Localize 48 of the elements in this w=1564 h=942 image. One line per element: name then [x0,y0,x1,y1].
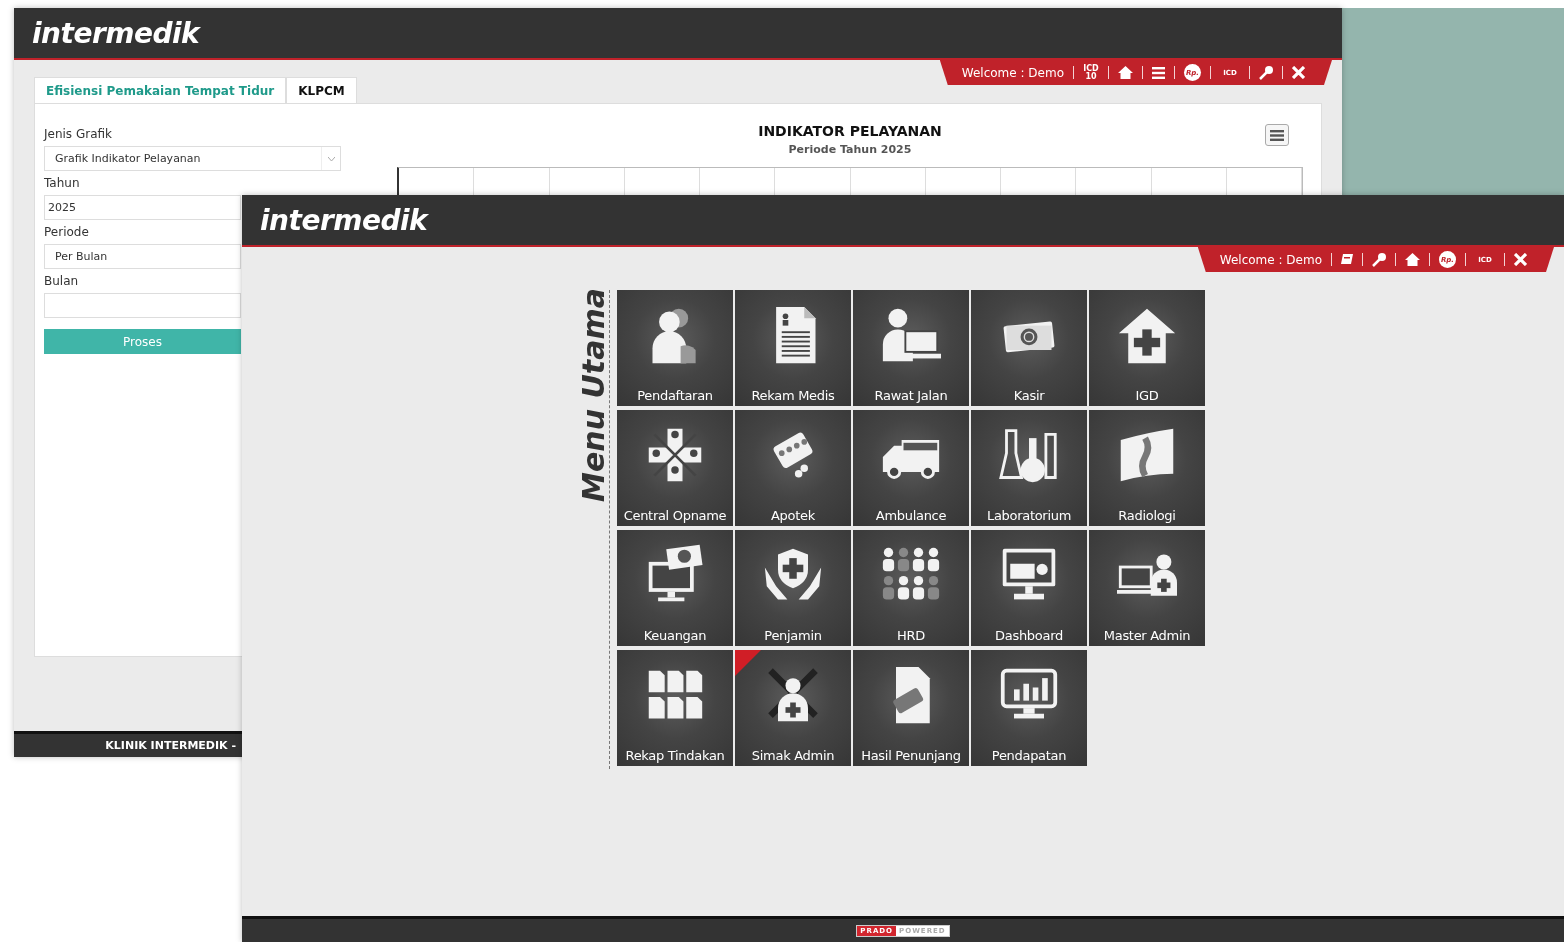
menu-tile[interactable]: Ambulance [853,410,969,526]
welcome-text: Welcome : Demo [961,65,1064,80]
menu-tile[interactable]: Hasil Penunjang [853,650,969,766]
menu-tile[interactable]: Penjamin [735,530,851,646]
select-field[interactable]: Grafik Indikator Pelayanan [44,146,341,171]
menu-tile[interactable]: Keuangan [617,530,733,646]
select-field[interactable]: Per Bulan [44,244,241,269]
menu-tile[interactable]: Simak Admin [735,650,851,766]
field-label: Tahun [44,175,81,192]
key-icon[interactable] [1372,252,1386,267]
menu-button[interactable] [1265,124,1289,146]
chevron-down-icon [327,156,335,161]
menu-tile[interactable]: Laboratorium [971,410,1087,526]
welcome-text: Welcome : Demo [1219,252,1322,267]
key-icon[interactable] [1259,65,1273,80]
menu-tile[interactable]: Rekam Medis [735,290,851,406]
logo: intermedik [32,16,200,50]
footer-text: KLINIK INTERMEDIK - [105,739,236,752]
field-label: Bulan [44,273,80,290]
menu-title: Menu Utama [577,288,610,502]
close-icon[interactable] [1292,66,1305,79]
menu-tile[interactable]: Kasir [971,290,1087,406]
book-icon[interactable] [1341,253,1353,266]
home-icon[interactable] [1118,66,1133,79]
menu-tile[interactable]: HRD [853,530,969,646]
menu-tile[interactable]: Central Opname [617,410,733,526]
field-label: Periode [44,224,90,241]
tab[interactable]: KLPCM [286,77,357,104]
chart-title: INDIKATOR PELAYANAN [758,123,942,139]
field-label: Jenis Grafik [44,126,114,143]
menu-tile[interactable]: Pendapatan [971,650,1087,766]
chart-subtitle: Periode Tahun 2025 [788,143,912,156]
close-icon[interactable] [1514,253,1527,266]
icd-button[interactable]: ICD 10 [1083,64,1099,81]
menu-icon [1270,129,1284,141]
input-field[interactable]: 2025 [44,195,241,220]
input-field[interactable] [44,293,241,318]
home-icon[interactable] [1405,253,1420,266]
menu-tile[interactable]: Apotek [735,410,851,526]
menu-tile[interactable]: Rekap Tindakan [617,650,733,766]
logo: intermedik [260,203,428,237]
menu-tile[interactable]: Master Admin [1089,530,1205,646]
menu-tile[interactable]: Dashboard [971,530,1087,646]
menu-icon[interactable] [1152,66,1165,79]
menu-tile[interactable]: Pendaftaran [617,290,733,406]
menu-tile[interactable]: IGD [1089,290,1205,406]
menu-tile[interactable]: Rawat Jalan [853,290,969,406]
menu-tile[interactable]: Radiologi [1089,410,1205,526]
